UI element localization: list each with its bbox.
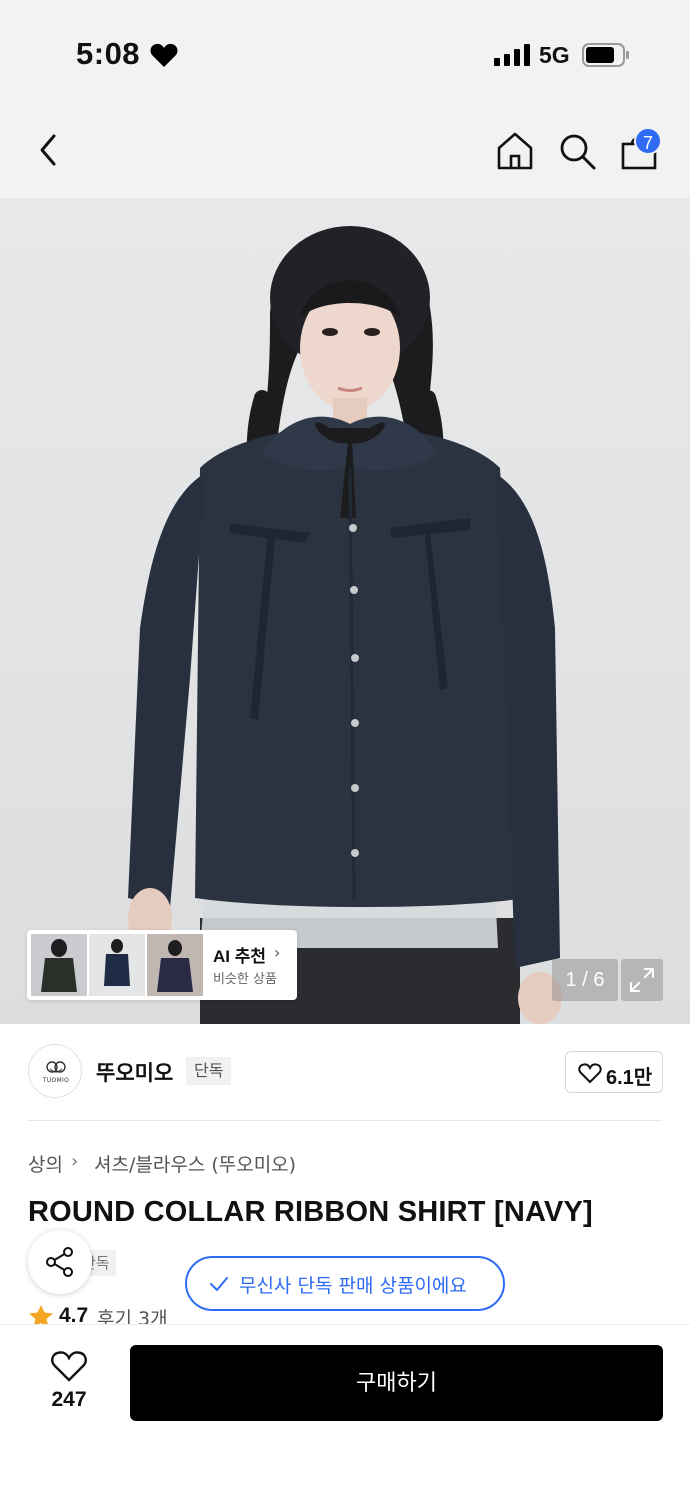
brand-like-button[interactable]: 6.1만 bbox=[565, 1051, 663, 1093]
exclusive-badge: 단독 bbox=[186, 1057, 232, 1085]
rating-value: 4.7 bbox=[59, 1304, 89, 1326]
heart-outline-icon[interactable] bbox=[51, 1350, 87, 1382]
ai-recommend-subtitle: 비슷한 상품 bbox=[213, 972, 277, 987]
recommend-thumbnail[interactable] bbox=[89, 934, 145, 996]
network-type: 5G bbox=[539, 42, 570, 68]
heart-icon bbox=[150, 43, 178, 67]
brand-logo-text: TUOMIO bbox=[42, 1077, 70, 1084]
status-time: 5:08 bbox=[76, 36, 141, 71]
chevron-right-icon: › bbox=[71, 1151, 79, 1172]
battery-icon bbox=[582, 43, 629, 67]
recommend-thumbnail[interactable] bbox=[31, 934, 87, 996]
share-button[interactable] bbox=[28, 1230, 92, 1294]
product-image[interactable] bbox=[0, 198, 690, 1024]
share-icon bbox=[46, 1247, 73, 1277]
brand-logo[interactable]: TUOMIO bbox=[28, 1044, 82, 1098]
brand-name[interactable]: 뚜오미오 bbox=[96, 1057, 173, 1087]
image-page-counter: 1 / 6 bbox=[552, 959, 618, 1001]
ai-recommend-card[interactable]: AI 추천 › 비슷한 상품 bbox=[27, 930, 297, 1000]
top-navigation: 7 bbox=[0, 100, 690, 198]
chevron-right-icon: › bbox=[274, 943, 281, 962]
signal-icon bbox=[494, 44, 530, 66]
ai-recommend-title: AI 추천 bbox=[213, 947, 267, 966]
review-count[interactable]: 후기 3개 bbox=[97, 1304, 168, 1326]
heart-outline-icon bbox=[578, 1063, 602, 1084]
product-like-count: 247 bbox=[51, 1388, 87, 1411]
buy-button[interactable]: 구매하기 bbox=[130, 1345, 663, 1421]
back-icon[interactable] bbox=[34, 132, 64, 168]
product-title: ROUND COLLAR RIBBON SHIRT [NAVY] bbox=[28, 1196, 593, 1228]
breadcrumb-category[interactable]: 상의 bbox=[28, 1150, 63, 1177]
status-bar: 5:08 5G bbox=[0, 0, 690, 100]
brand-logo-mark bbox=[46, 1061, 66, 1073]
divider bbox=[28, 1120, 662, 1121]
toast-text: 무신사 단독 판매 상품이에요 bbox=[239, 1275, 467, 1297]
expand-image-button[interactable] bbox=[621, 959, 663, 1001]
check-icon bbox=[210, 1277, 228, 1291]
expand-icon bbox=[630, 968, 654, 992]
star-icon bbox=[29, 1305, 53, 1326]
cart-count-badge: 7 bbox=[634, 127, 662, 155]
breadcrumb-subcategory[interactable]: 셔츠/블라우스 (뚜오미오) bbox=[94, 1150, 296, 1177]
rating-row[interactable]: 4.7 후기 3개 bbox=[28, 1302, 328, 1326]
search-icon[interactable] bbox=[556, 130, 598, 172]
recommend-thumbnail[interactable] bbox=[147, 934, 203, 996]
product-photo bbox=[128, 226, 562, 1024]
brand-like-count: 6.1만 bbox=[606, 1067, 653, 1089]
home-icon[interactable] bbox=[494, 130, 536, 172]
